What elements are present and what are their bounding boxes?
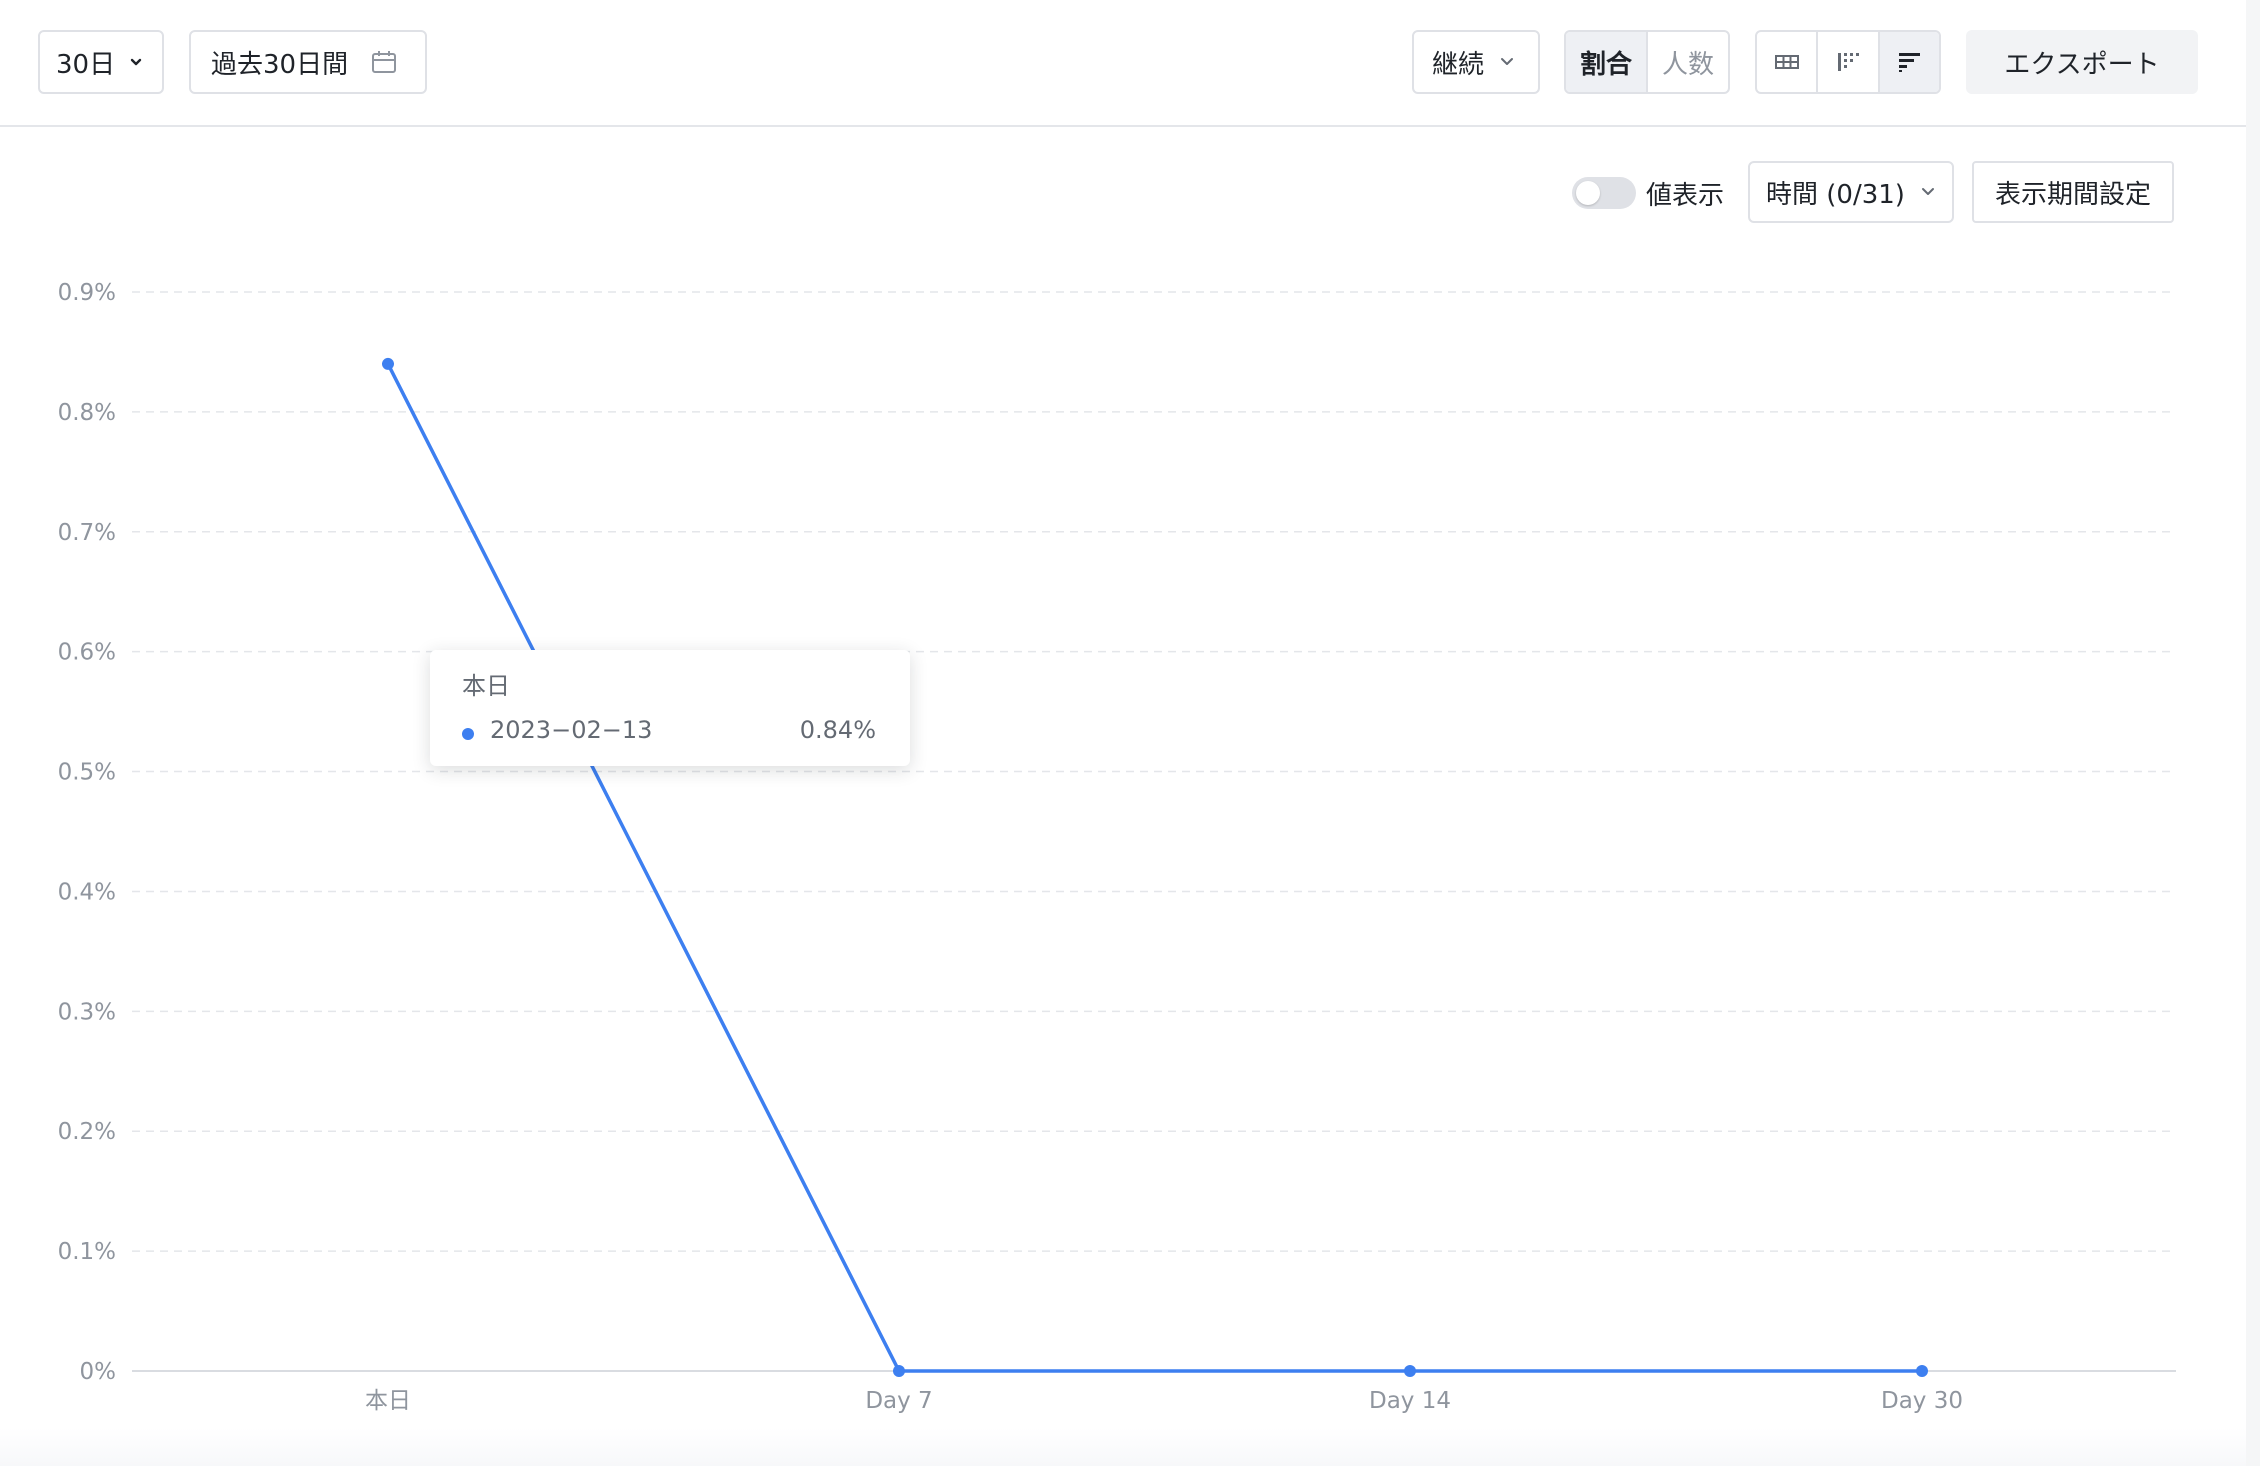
view-triangle-button[interactable] (1816, 32, 1877, 92)
toggle-knob (1576, 181, 1600, 205)
chevron-down-icon (1501, 58, 1514, 65)
days-select[interactable]: 30日 (38, 30, 164, 94)
cohort-triangle-icon (1837, 53, 1859, 71)
y-tick-label: 0.4% (58, 879, 116, 905)
tooltip-title: 本日 (462, 672, 510, 700)
metric-ratio-tab[interactable]: 割合 (1566, 32, 1646, 92)
bottom-edge (0, 1428, 2246, 1466)
y-tick-label: 0.1% (58, 1239, 116, 1265)
metric-toggle: 割合 人数 (1564, 30, 1730, 94)
days-select-label: 30日 (56, 49, 116, 80)
x-tick-label: Day 7 (865, 1388, 932, 1414)
series-line (386, 363, 1922, 1373)
y-tick-label: 0.9% (58, 280, 116, 306)
chart-tooltip: 本日 2023−02−13 0.84% (430, 650, 910, 766)
tooltip-item-value: 0.84% (799, 716, 876, 744)
y-tick-label: 0.7% (58, 520, 116, 546)
cohort-bars-icon (1899, 53, 1921, 72)
tooltip-series-dot (462, 728, 474, 740)
metric-count-tab[interactable]: 人数 (1646, 32, 1728, 92)
date-range-picker[interactable]: 過去30日間 (189, 30, 427, 94)
y-tick-label: 0.8% (58, 400, 116, 426)
chevron-down-icon (130, 58, 142, 66)
top-toolbar: 30日 過去30日間 継続 割合 人数 エクスポート (0, 0, 2260, 127)
data-point (1916, 1365, 1928, 1377)
x-tick-label: Day 30 (1881, 1388, 1963, 1414)
chart-svg: 0% 0.1% 0.2% 0.3% 0.4% 0.5% 0.6% 0.7% 0.8% 0.9% 本日… (58, 280, 2176, 1414)
retention-mode-label: 継続 (1432, 49, 1485, 80)
chevron-down-icon (1921, 188, 1934, 195)
data-point (1404, 1365, 1416, 1377)
x-tick-label: 本日 (365, 1388, 411, 1414)
retention-line-chart: 0% 0.1% 0.2% 0.3% 0.4% 0.5% 0.6% 0.7% 0.8% 0.9% 本日… (0, 240, 2260, 1466)
page-scrollbar[interactable] (2246, 0, 2260, 1466)
data-point (382, 357, 394, 370)
date-range-label: 過去30日間 (211, 49, 349, 80)
y-tick-label: 0% (80, 1359, 117, 1385)
y-tick-label: 0.2% (58, 1119, 116, 1145)
value-display-toggle[interactable] (1572, 177, 1636, 209)
calendar-icon (372, 51, 397, 73)
view-mode-toggle (1755, 30, 1941, 94)
data-point (893, 1365, 905, 1377)
x-tick-label: Day 14 (1369, 1388, 1451, 1414)
y-tick-label: 0.6% (58, 640, 116, 666)
tooltip-item-label: 2023−02−13 (490, 716, 653, 744)
retention-mode-select[interactable]: 継続 (1412, 30, 1540, 94)
value-display-label: 値表示 (1646, 181, 1725, 211)
y-tick-label: 0.3% (58, 999, 116, 1025)
table-icon (1774, 55, 1799, 69)
y-tick-label: 0.5% (58, 760, 116, 786)
time-select-label: 時間 (0/31) (1766, 179, 1905, 210)
view-bars-button[interactable] (1877, 32, 1939, 92)
display-period-button[interactable]: 表示期間設定 (1972, 161, 2174, 223)
export-button[interactable]: エクスポート (1966, 30, 2198, 94)
view-table-button[interactable] (1757, 32, 1816, 92)
time-select[interactable]: 時間 (0/31) (1748, 161, 1954, 223)
